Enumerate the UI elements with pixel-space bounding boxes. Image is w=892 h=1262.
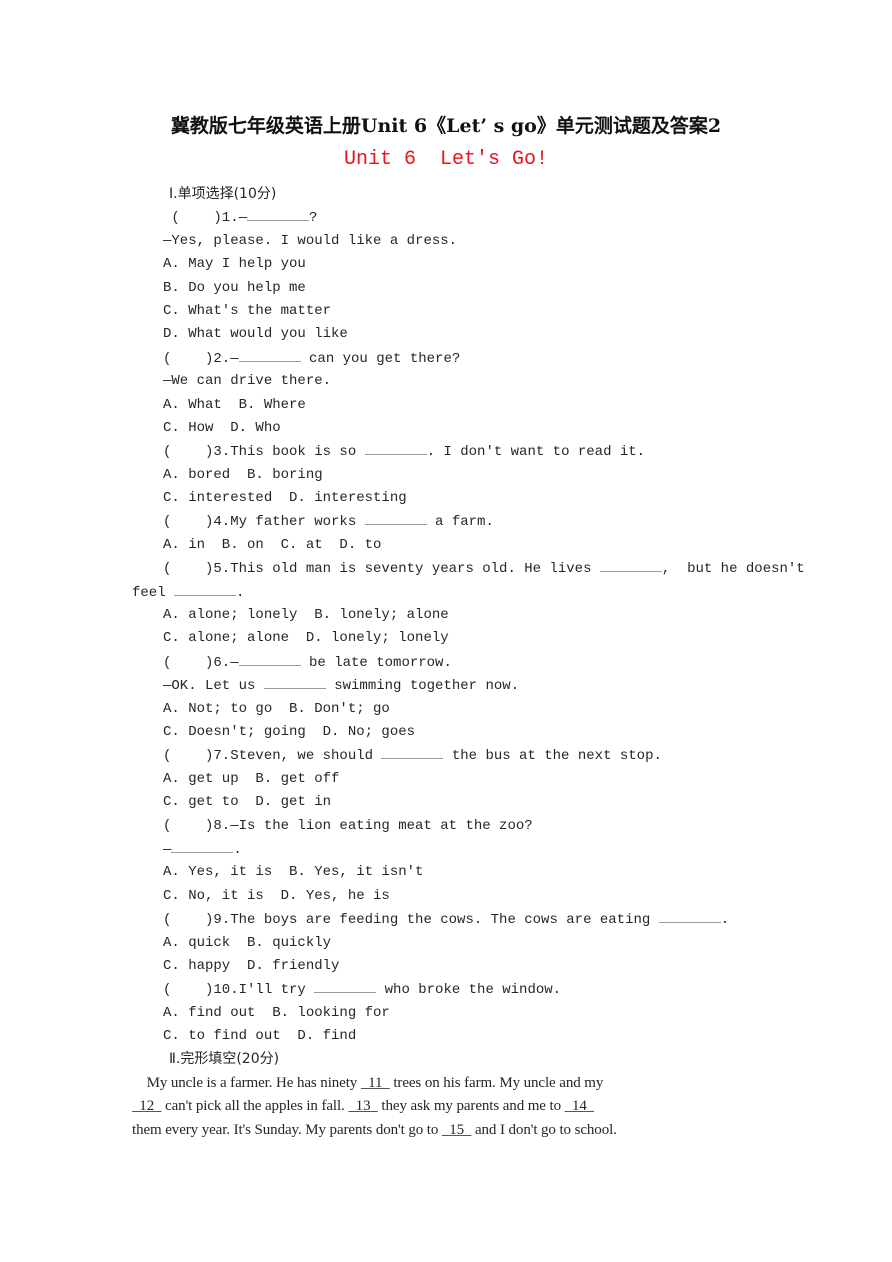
- question-6-reply: —OK. Let us swimming together now.: [132, 674, 772, 697]
- answer-blank: [247, 206, 310, 222]
- question-stem: ( )9.The boys are feeding the cows. The …: [163, 912, 659, 929]
- question-stem: ( )5.This old man is seventy years old. …: [163, 561, 600, 578]
- question-8: ( )8.—Is the lion eating meat at the zoo…: [163, 817, 533, 834]
- option: A. bored B. boring: [163, 466, 323, 483]
- option: A. get up B. get off: [163, 770, 340, 787]
- question-stem: ( )2.—: [163, 350, 239, 367]
- question-5-continued: feel .: [132, 581, 772, 604]
- question-9: ( )9.The boys are feeding the cows. The …: [132, 908, 772, 931]
- option: C. happy D. friendly: [163, 957, 340, 974]
- option: A. May I help you: [163, 256, 306, 273]
- option: C. alone; alone D. lonely; lonely: [163, 630, 449, 647]
- answer-blank: [599, 557, 662, 573]
- answer-blank: [171, 838, 234, 853]
- cloze-passage-line-1: My uncle is a farmer. He has ninety 11 t…: [132, 1072, 772, 1095]
- section-heading-cloze: Ⅱ.完形填空(20分): [169, 1051, 280, 1068]
- question-1: ( )1.—?: [132, 206, 772, 229]
- question-stem-end: ?: [309, 210, 318, 227]
- passage-text: them every year. It's Sunday. My parents…: [132, 1121, 442, 1138]
- question-stem-end: .: [236, 584, 245, 601]
- question-stem-mid: , but he doesn't: [661, 561, 805, 578]
- option: C. No, it is D. Yes, he is: [163, 887, 390, 904]
- reply-text-end: swimming together now.: [325, 678, 520, 695]
- document-page: 冀教版七年级英语上册Unit 6《Let’ s go》单元测试题及答案2 Uni…: [0, 0, 892, 1262]
- question-stem: ( )7.Steven, we should: [163, 748, 382, 765]
- option: C. get to D. get in: [163, 794, 332, 811]
- passage-text: they ask my parents and me to: [377, 1098, 565, 1115]
- option: A. alone; lonely B. lonely; alone: [163, 607, 449, 624]
- question-stem-end: the bus at the next stop.: [443, 748, 662, 765]
- cloze-passage-line-2: 12 can't pick all the apples in fall. 13…: [132, 1095, 772, 1118]
- option: A. Yes, it is B. Yes, it isn't: [163, 864, 424, 881]
- option: C. How D. Who: [163, 419, 281, 436]
- question-stem: ( )6.—: [163, 654, 239, 671]
- cloze-passage-line-3: them every year. It's Sunday. My parents…: [132, 1119, 772, 1142]
- document-body: Ⅰ.单项选择(10分) ( )1.—? —Yes, please. I woul…: [132, 183, 805, 1142]
- answer-blank: [364, 510, 427, 526]
- section-heading-multiple-choice: Ⅰ.单项选择(10分): [169, 186, 277, 202]
- option: C. to find out D. find: [163, 1028, 357, 1045]
- question-stem: ( )3.This book is so: [163, 444, 365, 461]
- passage-text: My uncle is a farmer. He has ninety: [132, 1074, 361, 1091]
- question-stem: ( )4.My father works: [163, 514, 365, 531]
- question-2: ( )2.— can you get there?: [132, 347, 772, 370]
- document-title: 冀教版七年级英语上册Unit 6《Let’ s go》单元测试题及答案2: [170, 115, 722, 137]
- reply-text: —: [163, 841, 172, 858]
- question-4: ( )4.My father works a farm.: [132, 510, 772, 533]
- question-10: ( )10.I'll try who broke the window.: [132, 978, 772, 1001]
- option: C. What's the matter: [163, 302, 332, 319]
- question-stem-end: a farm.: [426, 514, 494, 531]
- answer-blank: [238, 651, 301, 666]
- question-8-reply: —.: [132, 838, 772, 861]
- question-stem: ( )1.—: [163, 210, 248, 227]
- question-7: ( )7.Steven, we should the bus at the ne…: [132, 744, 772, 767]
- option: A. Not; to go B. Don't; go: [163, 700, 390, 717]
- question-stem: ( )10.I'll try: [163, 982, 315, 999]
- question-stem-end: .: [720, 912, 730, 929]
- passage-text: and I don't go to school.: [471, 1121, 617, 1138]
- answer-blank: [263, 674, 326, 690]
- cloze-blank-15: 15: [441, 1121, 472, 1138]
- option: D. What would you like: [163, 326, 348, 343]
- reply-text-end: .: [233, 841, 242, 858]
- cloze-blank-11: 11: [360, 1074, 390, 1091]
- question-1-reply: —Yes, please. I would like a dress.: [163, 232, 458, 249]
- option: A. in B. on C. at D. to: [163, 536, 382, 553]
- answer-blank: [364, 440, 427, 456]
- unit-subtitle: Unit 6 Let's Go!: [343, 148, 549, 171]
- answer-blank: [314, 978, 377, 994]
- question-6: ( )6.— be late tomorrow.: [132, 651, 772, 674]
- answer-blank: [238, 347, 301, 362]
- question-stem-end: who broke the window.: [376, 982, 562, 999]
- option: A. What B. Where: [163, 396, 306, 413]
- question-stem: feel: [132, 584, 175, 601]
- answer-blank: [381, 744, 444, 760]
- question-2-reply: —We can drive there.: [163, 373, 332, 390]
- question-stem-end: can you get there?: [300, 350, 461, 367]
- answer-blank: [174, 581, 237, 596]
- option: C. interested D. interesting: [163, 490, 407, 507]
- cloze-blank-14: 14: [564, 1098, 595, 1115]
- reply-text: —OK. Let us: [163, 678, 264, 695]
- cloze-blank-13: 13: [348, 1098, 378, 1115]
- option: B. Do you help me: [163, 279, 306, 296]
- question-stem-end: . I don't want to read it.: [426, 444, 646, 461]
- answer-blank: [658, 908, 721, 924]
- cloze-blank-12: 12: [132, 1098, 162, 1115]
- option: C. Doesn't; going D. No; goes: [163, 723, 416, 740]
- passage-text: trees on his farm. My uncle and my: [389, 1074, 604, 1091]
- option: A. quick B. quickly: [163, 934, 332, 951]
- option: A. find out B. looking for: [163, 1004, 390, 1021]
- question-3: ( )3.This book is so . I don't want to r…: [132, 440, 772, 463]
- question-5: ( )5.This old man is seventy years old. …: [132, 557, 805, 580]
- passage-text: can't pick all the apples in fall.: [161, 1098, 349, 1115]
- question-stem-end: be late tomorrow.: [300, 654, 452, 671]
